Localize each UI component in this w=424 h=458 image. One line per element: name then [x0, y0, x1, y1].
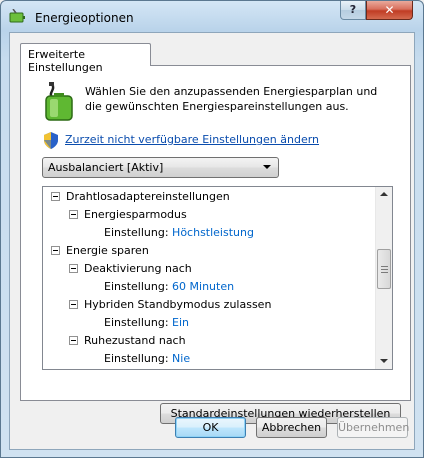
help-button[interactable]: ? [340, 1, 366, 20]
battery-plug-icon [45, 82, 73, 121]
grip-line [381, 269, 388, 270]
dialog-window: Energieoptionen ? ✕ Erweiterte Einstellu… [0, 0, 424, 458]
tab-panel: Wählen Sie den anzupassenden Energiespar… [20, 65, 411, 424]
power-options-icon [9, 9, 25, 23]
tree-node-hybrid-sleep[interactable]: Hybriden Standbymodus zulassen [69, 298, 271, 316]
tree-node-sleep-after[interactable]: Deaktivierung nach [69, 262, 192, 280]
grip-line [381, 266, 388, 267]
tree-setting-row[interactable]: Einstellung: Nie [104, 352, 190, 369]
description-text: Wählen Sie den anzupassenden Energiespar… [85, 85, 378, 113]
window-title: Energieoptionen [35, 11, 134, 25]
apply-button[interactable]: Übernehmen [337, 417, 409, 438]
dialog-client: Erweiterte Einstellungen Wählen Sie den … [9, 32, 415, 450]
collapse-icon[interactable] [51, 191, 60, 201]
collapse-icon[interactable] [69, 263, 78, 273]
tree-node-sleep[interactable]: Energie sparen [51, 244, 149, 262]
tree-setting-row[interactable]: Einstellung: Ein [104, 316, 189, 334]
power-plan-value: Ausbalanciert [Aktiv] [48, 161, 164, 174]
collapse-icon[interactable] [69, 209, 78, 219]
settings-tree[interactable]: Drahtlosadaptereinstellungen Energiespar… [42, 186, 393, 370]
ok-button[interactable]: OK [175, 417, 246, 438]
vertical-scrollbar[interactable] [375, 187, 392, 369]
setting-value[interactable]: Höchstleistung [172, 226, 254, 239]
power-plan-dropdown[interactable]: Ausbalanciert [Aktiv] [42, 157, 279, 178]
tree-node-hibernate-after[interactable]: Ruhezustand nach [69, 334, 186, 352]
setting-value[interactable]: Ein [172, 316, 189, 329]
chevron-down-icon [263, 165, 271, 169]
change-unavailable-settings-link[interactable]: Zurzeit nicht verfügbare Einstellungen ä… [65, 133, 319, 146]
grip-line [381, 272, 388, 273]
scroll-up-icon[interactable] [376, 187, 392, 203]
tree-node-wireless-adapter[interactable]: Drahtlosadaptereinstellungen [51, 190, 230, 208]
tab-advanced-settings[interactable]: Erweiterte Einstellungen [20, 43, 151, 74]
collapse-icon[interactable] [69, 299, 78, 309]
collapse-icon[interactable] [69, 335, 78, 345]
title-bar[interactable]: Energieoptionen ? ✕ [1, 1, 423, 33]
scrollbar-thumb[interactable] [377, 249, 391, 289]
setting-value[interactable]: 60 Minuten [172, 280, 234, 293]
cancel-button[interactable]: Abbrechen [256, 417, 327, 438]
tree-setting-row[interactable]: Einstellung: Höchstleistung [104, 226, 254, 244]
setting-value[interactable]: Nie [172, 352, 190, 365]
scroll-down-icon[interactable] [376, 353, 392, 369]
collapse-icon[interactable] [51, 245, 60, 255]
tree-node-power-saving-mode[interactable]: Energiesparmodus [69, 208, 187, 226]
tree-setting-row[interactable]: Einstellung: 60 Minuten [104, 280, 234, 298]
uac-shield-icon [44, 132, 58, 149]
close-button[interactable]: ✕ [366, 1, 413, 20]
